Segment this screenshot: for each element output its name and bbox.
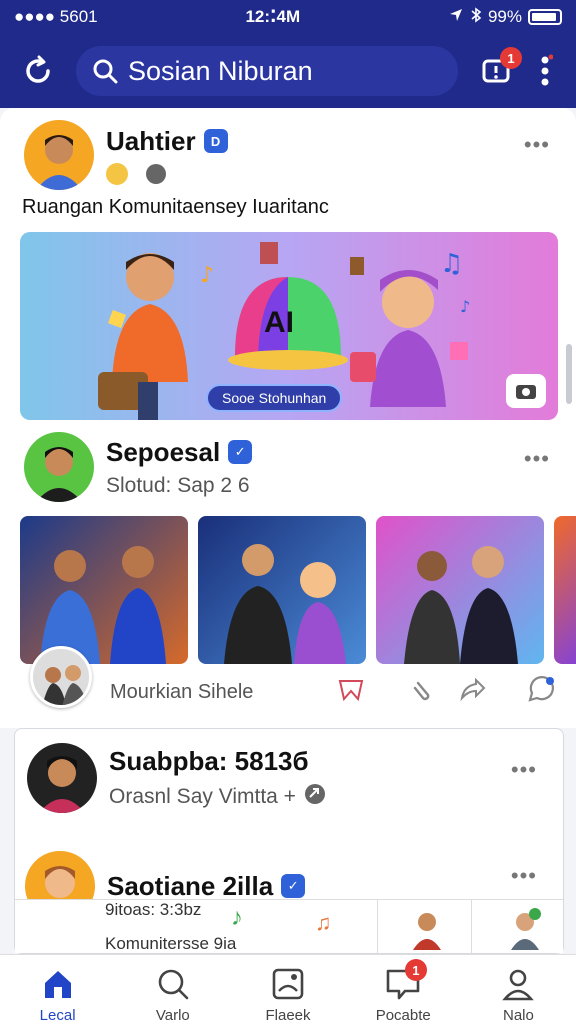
post-author[interactable]: Uahtier <box>106 126 196 157</box>
post-meta: Orasnl Say Vimtta + <box>109 784 296 808</box>
action-label: Mourkian Sihele <box>110 681 254 703</box>
svg-text:♪: ♪ <box>460 297 470 316</box>
nav-label: Varlo <box>155 1007 190 1024</box>
bluetooth-icon <box>470 6 482 28</box>
search-bar[interactable]: Sosian Niburan <box>76 46 458 96</box>
refresh-button[interactable] <box>18 51 58 91</box>
person-avatar-icon <box>36 447 82 502</box>
camera-icon <box>516 385 536 399</box>
location-icon <box>448 7 464 28</box>
verified-badge-icon: D <box>203 129 228 153</box>
post-author[interactable]: Saotiane 2illa <box>107 871 273 902</box>
user-tag-icon <box>146 163 166 184</box>
avatar[interactable] <box>30 646 92 708</box>
battery-percent: 99% <box>487 7 522 26</box>
avatar[interactable] <box>505 906 545 950</box>
search-icon <box>158 969 189 1000</box>
more-options-icon[interactable]: ••• <box>524 132 550 158</box>
avatar[interactable] <box>24 432 94 502</box>
bookmark-icon[interactable] <box>338 679 364 706</box>
comment-icon[interactable] <box>526 676 556 709</box>
svg-text:♫: ♫ <box>440 249 463 279</box>
music-note-icon: ♫ <box>315 910 332 935</box>
post-meta: Slotud: Sap 2 ⁠⁠6 <box>106 473 250 497</box>
music-note-icon: ♪ <box>231 904 243 931</box>
kebab-menu-icon <box>541 54 553 86</box>
avatar[interactable] <box>407 906 447 950</box>
camera-button[interactable] <box>506 374 546 408</box>
share-icon[interactable] <box>458 677 486 707</box>
post-caption: Ruangan Komunitaensey Iuaritanc <box>22 196 329 218</box>
more-options-icon[interactable]: ••• <box>511 863 537 889</box>
battery-icon <box>528 9 562 25</box>
verified-badge-icon: ✓ <box>228 440 253 464</box>
coin-icon <box>106 162 128 185</box>
person-avatar-icon <box>39 756 85 813</box>
post-card: Uahtier D ••• Ruangan Komunitaensey Iuar… <box>0 108 576 428</box>
post-banner-image[interactable]: AI ♪ ♫ ♪ Sooe Stohunhan <box>20 232 558 420</box>
post-author[interactable]: Sepoesal <box>106 437 220 468</box>
clock: 12:⁚4M <box>245 7 301 26</box>
post-author[interactable]: Suabpba: 5813б <box>109 746 326 777</box>
menu-button[interactable] <box>534 51 558 91</box>
nav-label: Pocabte <box>375 1007 431 1024</box>
scrollbar[interactable] <box>566 344 572 404</box>
feed: Uahtier D ••• Ruangan Komunitaensey Iuar… <box>0 108 576 954</box>
gallery-thumbnail[interactable] <box>554 516 576 664</box>
more-options-icon[interactable]: ••• <box>524 446 550 472</box>
more-options-icon[interactable]: ••• <box>511 757 537 783</box>
nav-label: Nalo <box>502 1007 534 1024</box>
bottom-nav: Lecal Varlo Flaeek 1 Pocabte Nalo <box>0 954 576 1024</box>
attach-icon[interactable] <box>412 679 432 706</box>
signal-text: ●●●● 5601 <box>14 7 98 26</box>
post-card: Sepoesal ✓ Slotud: Sap 2 ⁠⁠6 ••• Mourkia <box>0 428 576 728</box>
top-bar: Sosian Niburan 1 <box>0 34 576 108</box>
strip-text: Komunitersse 9ia <box>105 933 237 953</box>
avatar[interactable] <box>27 743 97 813</box>
nav-label: Lecal <box>39 1007 76 1024</box>
post-card: Suabpba: 5813б Orasnl Say Vimtta + ••• S… <box>14 728 564 954</box>
profile-icon <box>502 969 535 1001</box>
nav-media[interactable]: Flaeek <box>230 955 345 1024</box>
suggestion-strip: 9itoas: 3:3bz Komunitersse 9ia ♪ ♫ <box>15 899 563 954</box>
nav-profile[interactable]: Nalo <box>461 955 576 1024</box>
status-bar: ●●●● 5601 12:⁚4M 99% <box>0 0 576 34</box>
search-icon <box>93 59 118 84</box>
refresh-icon <box>26 55 50 83</box>
verified-badge-icon: ✓ <box>281 874 306 898</box>
gallery-thumbnail[interactable] <box>198 516 366 664</box>
banner-title: AI <box>264 306 294 339</box>
nav-badge: 1 <box>404 959 427 981</box>
nav-label: Flaeek <box>265 1007 311 1024</box>
notification-badge: 1 <box>500 47 522 69</box>
notification-button[interactable]: 1 <box>476 47 522 91</box>
nav-home[interactable]: Lecal <box>0 955 115 1024</box>
search-text: Sosian Niburan <box>128 55 313 86</box>
nav-search[interactable]: Varlo <box>115 955 230 1024</box>
media-gallery <box>20 516 576 664</box>
nav-messages[interactable]: 1 Pocabte <box>346 955 461 1024</box>
gallery-thumbnail[interactable] <box>20 516 188 664</box>
home-icon <box>44 971 71 998</box>
banner-label[interactable]: Sooe Stohunhan <box>206 384 343 412</box>
link-icon <box>304 783 326 811</box>
person-avatar-icon <box>36 135 82 190</box>
svg-text:♪: ♪ <box>200 263 214 288</box>
media-icon <box>272 968 304 1000</box>
avatar[interactable] <box>24 120 94 190</box>
gallery-thumbnail[interactable] <box>376 516 544 664</box>
